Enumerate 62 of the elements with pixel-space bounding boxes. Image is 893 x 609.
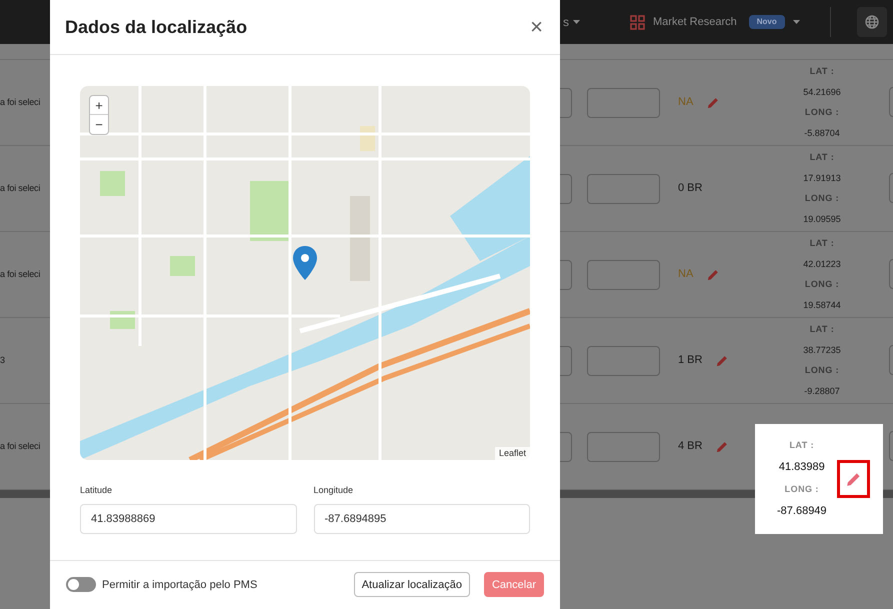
input-field[interactable] (587, 88, 660, 118)
input-field[interactable] (587, 432, 660, 462)
long-label: LONG : (804, 192, 840, 205)
product-menu[interactable]: Market Research (653, 14, 737, 30)
lat-value: 17.91913 (803, 172, 841, 184)
map-attribution[interactable]: Leaflet (494, 446, 530, 460)
caret-icon[interactable] (573, 20, 580, 24)
table-cell-text: 3 (0, 354, 5, 367)
long-label: LONG : (804, 106, 840, 119)
map-view[interactable]: + − Leaflet (80, 86, 530, 460)
status-text: NA (678, 95, 694, 110)
long-value: 19.58744 (803, 298, 841, 312)
lat-label: LAT : (810, 323, 834, 336)
lat-label: LAT : (810, 237, 834, 250)
input-field[interactable] (587, 174, 660, 204)
dialog-title: Dados da localização (65, 16, 248, 39)
long-value: 19.09595 (803, 212, 841, 226)
status-text: 4 BR (678, 439, 702, 454)
table-cell-text: a foi seleci (0, 96, 40, 109)
table-cell-text: a foi seleci (0, 268, 40, 281)
new-badge: Novo (748, 15, 785, 29)
close-button[interactable]: × (530, 16, 545, 38)
edit-icon[interactable] (716, 440, 728, 452)
toggle-label: Permitir a importação pelo PMS (102, 578, 258, 592)
table-cell-text: a foi seleci (0, 440, 40, 453)
lat-value: 38.77235 (803, 344, 841, 356)
update-location-button[interactable]: Atualizar localização (354, 572, 470, 598)
lat-label: LAT : (789, 438, 814, 452)
edit-icon (846, 472, 861, 486)
nav-menu-item[interactable]: s (563, 13, 585, 31)
input-field[interactable] (587, 346, 660, 376)
long-value: -87.68949 (777, 504, 827, 519)
language-button[interactable] (856, 7, 887, 37)
table-cell-text: a foi seleci (0, 182, 40, 195)
lat-value: 54.21696 (803, 86, 841, 98)
input-field[interactable]: 41.83988869 (80, 504, 296, 534)
status-text: 1 BR (678, 353, 702, 368)
grid-icon (630, 14, 645, 30)
globe-icon (864, 15, 879, 29)
status-text: NA (678, 267, 694, 282)
lat-label: LAT : (810, 65, 834, 78)
long-label: LONG : (804, 364, 840, 377)
field-label: Latitude (80, 484, 114, 497)
edit-icon[interactable] (707, 268, 720, 280)
edit-icon[interactable] (707, 96, 720, 108)
lat-label: LAT : (810, 151, 834, 164)
edit-button[interactable] (836, 460, 870, 498)
long-label: LONG : (784, 482, 819, 496)
long-value: -5.88704 (804, 126, 840, 140)
field-label: Longitude (314, 484, 354, 497)
long-label: LONG : (804, 278, 840, 291)
zoom-in-button[interactable]: + (90, 96, 108, 115)
input-field[interactable]: -87.6894895 (314, 504, 530, 534)
lat-value: 41.83989 (778, 460, 825, 475)
input-field[interactable] (587, 260, 660, 290)
lat-value: 42.01223 (803, 258, 841, 270)
long-value: -9.28807 (804, 384, 840, 398)
zoom-out-button[interactable]: − (90, 115, 108, 134)
status-text: 0 BR (678, 181, 702, 196)
caret-icon[interactable] (792, 20, 800, 24)
edit-icon[interactable] (716, 354, 728, 366)
toggle-switch[interactable] (66, 577, 96, 592)
